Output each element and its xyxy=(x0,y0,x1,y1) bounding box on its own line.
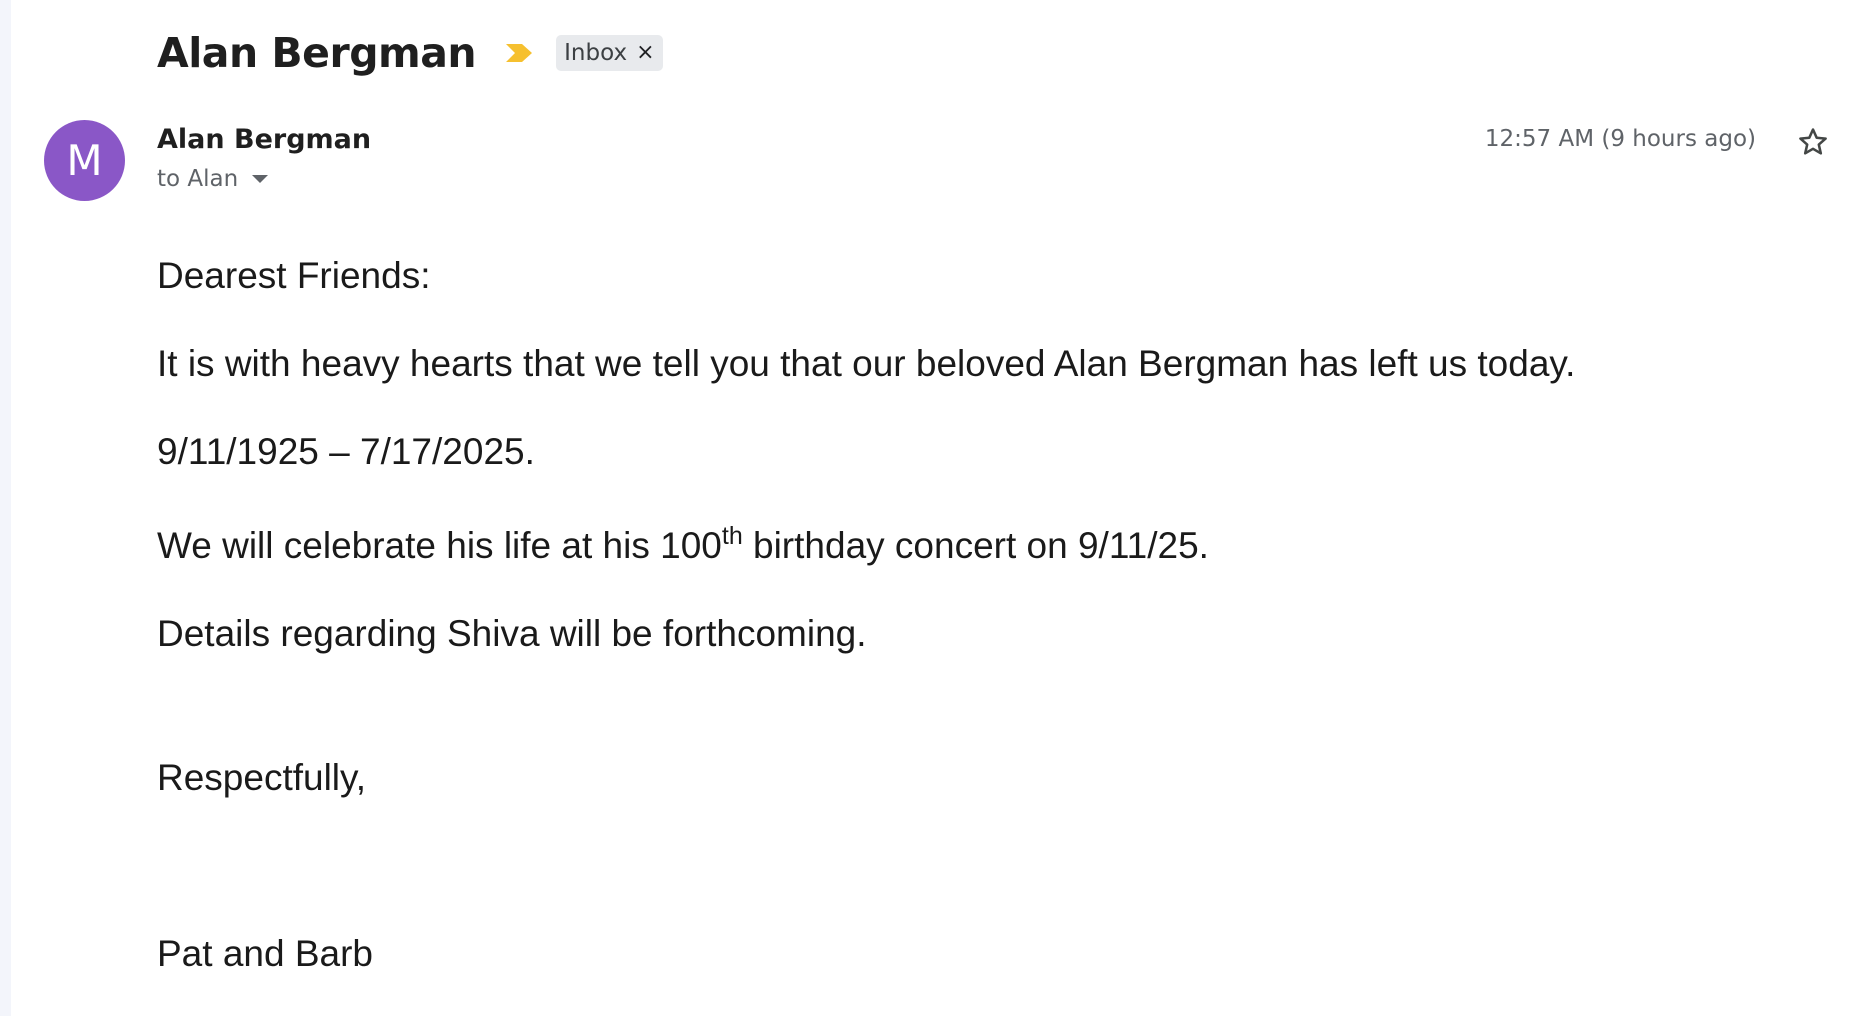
celebration-text-end: birthday concert on 9/11/25. xyxy=(742,525,1209,566)
body-greeting: Dearest Friends: xyxy=(157,255,431,296)
avatar-letter: M xyxy=(66,136,103,185)
recipient-details[interactable]: to Alan xyxy=(157,166,269,192)
importance-marker-icon[interactable] xyxy=(504,42,534,64)
label-chip-inbox: Inbox × xyxy=(556,35,663,71)
body-dates: 9/11/1925 – 7/17/2025. xyxy=(157,431,535,472)
subject-header: Alan Bergman Inbox × xyxy=(157,22,663,84)
recipient-text: to Alan xyxy=(157,166,239,192)
body-closing: Respectfully, xyxy=(157,757,367,798)
message-timestamp: 12:57 AM (9 hours ago) xyxy=(1484,126,1756,152)
remove-label-button[interactable]: × xyxy=(636,42,654,64)
body-paragraph-shiva: Details regarding Shiva will be forthcom… xyxy=(157,613,867,654)
body-paragraph: It is with heavy hearts that we tell you… xyxy=(157,343,1576,384)
label-chip-text: Inbox xyxy=(564,40,628,66)
sender-name[interactable]: Alan Bergman xyxy=(157,124,371,155)
body-signature: Pat and Barb xyxy=(157,933,373,974)
body-paragraph-celebration: We will celebrate his life at his 100th … xyxy=(157,522,1209,567)
show-details-caret-icon[interactable] xyxy=(252,175,269,183)
email-subject: Alan Bergman xyxy=(157,29,477,77)
ordinal-suffix: th xyxy=(721,522,743,550)
left-panel-edge xyxy=(0,0,11,1016)
celebration-text: We will celebrate his life at his 100 xyxy=(157,525,722,566)
avatar[interactable]: M xyxy=(44,120,125,201)
star-icon[interactable] xyxy=(1796,125,1830,159)
